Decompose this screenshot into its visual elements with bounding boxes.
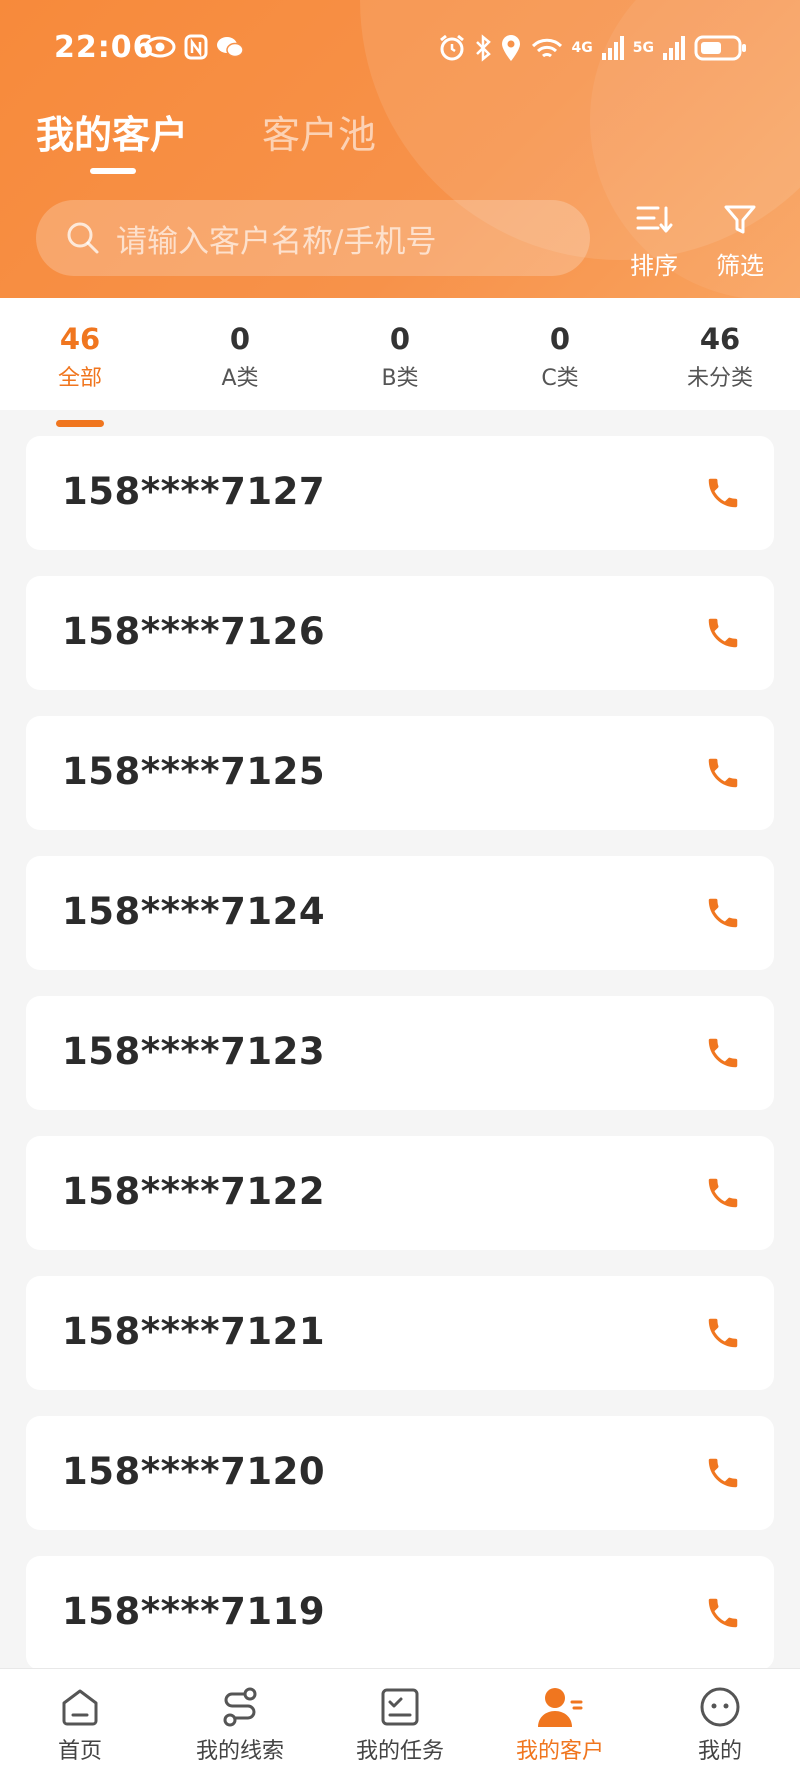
stat-count: 46 (59, 322, 101, 356)
customer-card[interactable]: 158****7123 (26, 996, 774, 1110)
nav-leads[interactable]: 我的线索 (170, 1685, 310, 1765)
phone-call-icon[interactable] (704, 1314, 742, 1352)
phone-call-icon[interactable] (704, 1174, 742, 1212)
customer-phone: 158****7119 (62, 1590, 326, 1633)
stat-c[interactable]: 0 C类 (500, 322, 620, 392)
bluetooth-icon (475, 34, 491, 62)
network-5g-label: 5G (632, 40, 654, 56)
nav-home[interactable]: 首页 (10, 1685, 150, 1765)
customer-card[interactable]: 158****7124 (26, 856, 774, 970)
nav-profile[interactable]: 我的 (650, 1685, 790, 1765)
stat-count: 0 (229, 322, 251, 356)
customer-phone: 158****7122 (62, 1170, 326, 1213)
customer-card[interactable]: 158****7120 (26, 1416, 774, 1530)
status-time: 22:06 (54, 30, 155, 65)
network-4g-label: 4G (571, 40, 593, 56)
stat-b[interactable]: 0 B类 (340, 322, 460, 392)
alarm-icon (439, 34, 464, 61)
nav-label: 首页 (57, 1739, 102, 1764)
customer-card[interactable]: 158****7125 (26, 716, 774, 830)
stat-label: A类 (221, 366, 259, 391)
stat-label: 全部 (57, 366, 102, 391)
stat-count: 46 (699, 322, 741, 356)
filter-label: 筛选 (716, 252, 764, 280)
wechat-icon (217, 37, 244, 58)
stat-unclassified[interactable]: 46 未分类 (660, 322, 780, 392)
customer-phone: 158****7124 (62, 890, 326, 933)
stat-a[interactable]: 0 A类 (180, 322, 300, 392)
nav-customers[interactable]: 我的客户 (490, 1685, 630, 1765)
bottom-nav: 首页 我的线索 我的任务 我的客户 我的 (0, 1668, 800, 1776)
filter-icon (724, 205, 756, 234)
customer-phone: 158****7121 (62, 1310, 326, 1353)
phone-call-icon[interactable] (704, 1454, 742, 1492)
phone-call-icon[interactable] (704, 754, 742, 792)
customer-phone: 158****7126 (62, 610, 326, 653)
nav-label: 我的 (697, 1739, 742, 1764)
customer-card[interactable]: 158****7122 (26, 1136, 774, 1250)
status-bar: 22:06 4G 5G (0, 28, 800, 68)
customers-icon (538, 1688, 583, 1727)
location-icon (501, 35, 520, 61)
wifi-icon (531, 38, 562, 58)
top-tabs: 我的客户 客户池 (36, 104, 376, 174)
customer-card[interactable]: 158****7126 (26, 576, 774, 690)
home-icon (62, 1689, 98, 1726)
customer-phone: 158****7127 (62, 470, 326, 513)
stat-label: C类 (541, 366, 579, 391)
sort-label: 排序 (630, 252, 678, 280)
signal-icon (663, 36, 685, 60)
phone-call-icon[interactable] (704, 474, 742, 512)
search-input[interactable]: 请输入客户名称/手机号 (36, 200, 590, 276)
search-icon (67, 222, 99, 254)
phone-call-icon[interactable] (704, 614, 742, 652)
sort-button[interactable]: 排序 (614, 204, 694, 281)
tasks-icon (381, 1688, 419, 1726)
header: 22:06 4G 5G 我的客户 客户池 请输入客户名称/手机号 排序 筛选 (0, 0, 800, 298)
phone-call-icon[interactable] (704, 1034, 742, 1072)
customer-phone: 158****7120 (62, 1450, 326, 1493)
customer-phone: 158****7125 (62, 750, 326, 793)
sort-icon (636, 206, 673, 233)
customer-card[interactable]: 158****7127 (26, 436, 774, 550)
nav-label: 我的线索 (195, 1739, 284, 1764)
category-stats: 46 全部 0 A类 0 B类 0 C类 46 未分类 (0, 298, 800, 427)
stat-count: 0 (389, 322, 411, 356)
leads-icon (223, 1687, 257, 1727)
nav-label: 我的任务 (355, 1739, 444, 1764)
nfc-icon (184, 34, 208, 60)
nav-label: 我的客户 (515, 1739, 604, 1764)
battery-icon (694, 35, 746, 61)
filter-button[interactable]: 筛选 (700, 204, 780, 281)
eye-icon (144, 36, 176, 58)
phone-call-icon[interactable] (704, 894, 742, 932)
stat-label: 未分类 (686, 366, 753, 391)
search-placeholder: 请输入客户名称/手机号 (116, 223, 437, 260)
phone-call-icon[interactable] (704, 1594, 742, 1632)
signal-icon (601, 36, 624, 60)
tab-customer-pool[interactable]: 客户池 (262, 104, 376, 159)
tab-my-customers[interactable]: 我的客户 (36, 104, 188, 174)
customer-card[interactable]: 158****7119 (26, 1556, 774, 1670)
stat-label: B类 (381, 366, 419, 391)
stat-all[interactable]: 46 全部 (20, 322, 140, 427)
profile-icon (700, 1687, 740, 1727)
customer-phone: 158****7123 (62, 1030, 326, 1073)
nav-tasks[interactable]: 我的任务 (330, 1685, 470, 1765)
stat-count: 0 (549, 322, 571, 356)
customer-card[interactable]: 158****7121 (26, 1276, 774, 1390)
